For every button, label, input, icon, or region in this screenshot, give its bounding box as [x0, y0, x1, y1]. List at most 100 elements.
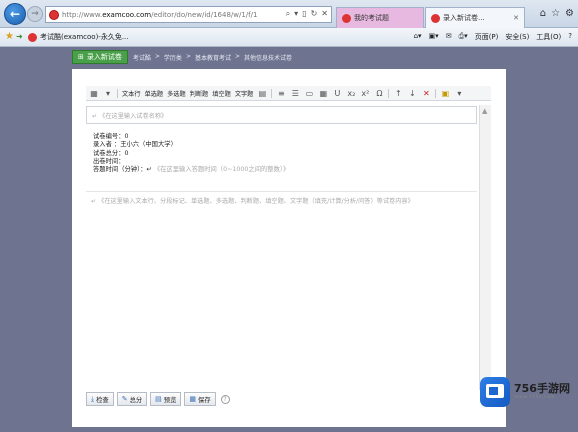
menu-page[interactable]: 页面(P) — [475, 32, 499, 42]
breadcrumb-sep: > — [185, 52, 191, 60]
favorite-favicon-icon — [28, 32, 37, 42]
underline-icon[interactable]: U — [332, 88, 342, 98]
forward-button[interactable]: → — [27, 6, 43, 22]
address-bar-icons: ⌕ ▾ ▯ ↻ ✕ — [286, 9, 328, 19]
tab-label: 我的考试题 — [354, 14, 389, 22]
editor-page: ▦ ▾ 文本行 单选题 多选题 判断题 填空题 文字题 ▤ ≡ ☰ ▭ ▦ U … — [72, 69, 506, 427]
breadcrumb-row: ⊞ 录入新试卷 考试酷 > 学历类 > 基本教育考试 > 其他信息技术试卷 — [72, 50, 292, 64]
exam-author: 录入者 ：王小六（中国大学） — [93, 141, 177, 149]
exam-answer-time: 答题时间（分钟）：↵ 《在这里输入答题时间（0~1000之间的整数）》 — [93, 166, 289, 174]
address-bar[interactable]: http://www.examcoo.com/editor/do/new/id/… — [45, 6, 332, 23]
superscript-icon[interactable]: x² — [360, 88, 370, 98]
toolbar-text-line[interactable]: 文本行 — [122, 89, 141, 98]
check-icon: ⤓ — [91, 394, 95, 403]
dropdown-icon[interactable]: ▾ — [454, 88, 464, 98]
total-score-button[interactable]: ✎ 总分 — [116, 392, 148, 406]
add-favorite-icon[interactable]: ➜ — [16, 32, 23, 41]
tab-close-icon[interactable]: ✕ — [513, 14, 519, 22]
breadcrumb-sep: > — [234, 52, 241, 60]
answer-time-input[interactable]: 《在这里输入答题时间（0~1000之间的整数）》 — [154, 166, 290, 173]
toolbar-separator — [388, 88, 390, 98]
vertical-scrollbar[interactable]: ▲ — [479, 105, 491, 390]
breadcrumb-subcategory[interactable]: 基本教育考试 — [195, 53, 231, 62]
preview-icon: ▤ — [155, 395, 162, 403]
toolbar-separator — [435, 88, 437, 98]
dropdown-icon[interactable]: ▾ — [103, 88, 113, 98]
favorite-link-label: 考试酷(examcoo)-永久免... — [40, 33, 129, 41]
favorites-star-icon[interactable]: ☆ — [551, 8, 560, 19]
back-button[interactable]: ← — [4, 3, 26, 25]
table-icon[interactable]: ▦ — [318, 88, 328, 98]
tab-favicon-icon — [342, 13, 351, 23]
browser-titlebar: ← → http://www.examcoo.com/editor/do/new… — [0, 0, 578, 28]
command-bar: ★ ➜ 考试酷(examcoo)-永久免... ⌂▾ ▣▾ ✉ ⎙▾ 页面(P)… — [0, 28, 578, 47]
align-left-icon[interactable]: ≡ — [276, 88, 286, 98]
breadcrumb-home[interactable]: 考试酷 — [133, 53, 151, 62]
breadcrumb: 考试酷 > 学历类 > 基本教育考试 > 其他信息技术试卷 — [133, 53, 292, 62]
toolbar-multi-choice[interactable]: 多选题 — [167, 89, 186, 98]
tab-label: 录入新试卷... — [443, 14, 485, 22]
feeds-icon[interactable]: ▣▾ — [429, 32, 439, 42]
back-arrow-icon: ← — [9, 7, 21, 21]
answer-time-label: 答题时间（分钟）：↵ — [93, 166, 152, 174]
insert-image-icon[interactable]: ▤ — [257, 88, 267, 98]
preview-button[interactable]: ▤ 预览 — [150, 392, 182, 406]
mail-icon[interactable]: ✉ — [446, 32, 452, 42]
menu-safety[interactable]: 安全(S) — [505, 32, 529, 42]
watermark-logo-icon — [480, 377, 510, 407]
save-icon: ▦ — [189, 395, 197, 403]
toolbar-separator — [117, 88, 118, 98]
color-palette-icon[interactable]: ▣ — [440, 88, 450, 98]
subscript-icon[interactable]: x₂ — [346, 88, 356, 98]
content-divider — [86, 191, 477, 192]
forward-arrow-icon: → — [31, 9, 39, 19]
breadcrumb-sep: > — [154, 52, 160, 60]
favorites-icon[interactable]: ★ — [5, 31, 14, 42]
close-icon[interactable]: ✕ — [321, 9, 328, 19]
dropdown-icon[interactable]: ▾ — [294, 9, 298, 19]
move-down-icon[interactable]: ↓ — [407, 88, 417, 98]
box-icon[interactable]: ▭ — [304, 88, 314, 98]
move-up-icon[interactable]: ↑ — [393, 88, 403, 98]
add-new-exam-button[interactable]: ⊞ 录入新试卷 — [72, 50, 128, 64]
search-icon[interactable]: ⌕ — [286, 9, 290, 19]
menu-help[interactable]: ? — [568, 32, 572, 42]
table-menu-icon[interactable]: ▦ — [89, 88, 99, 98]
compat-view-icon[interactable]: ▯ — [302, 9, 306, 19]
tab-my-exams[interactable]: 我的考试题 — [336, 7, 424, 28]
question-content-input[interactable]: ↵ 《在这里输入文本行、分段标记、单选题、多选题、判断题、填空题、文字题（填充/… — [86, 196, 477, 205]
home-page-icon[interactable]: ⌂▾ — [414, 32, 422, 42]
help-icon[interactable]: ? — [220, 394, 230, 404]
exam-info-block: 试卷编号：0 录入者 ：王小六（中国大学） 试卷总分：0 出卷时间： 答题时间（… — [93, 133, 289, 174]
settings-gear-icon[interactable]: ⚙ — [565, 8, 574, 19]
toolbar-true-false[interactable]: 判断题 — [190, 89, 209, 98]
toolbar-separator — [271, 88, 273, 98]
toolbar-single-choice[interactable]: 单选题 — [145, 89, 164, 98]
delete-icon[interactable]: ✕ — [421, 88, 431, 98]
check-label: 检查 — [96, 396, 109, 404]
address-url: http://www.examcoo.com/editor/do/new/id/… — [62, 10, 258, 19]
browser-right-icons: ⌂ ☆ ⚙ — [540, 8, 574, 19]
favorite-link[interactable]: 考试酷(examcoo)-永久免... — [28, 32, 129, 42]
save-label: 保存 — [198, 396, 211, 404]
tab-new-exam[interactable]: 录入新试卷... ✕ — [425, 7, 525, 28]
special-char-icon[interactable]: Ω — [374, 88, 384, 98]
scroll-up-icon[interactable]: ▲ — [482, 107, 487, 115]
exam-title-input[interactable]: ↵ 《在这里输入试卷名称》 — [86, 106, 477, 124]
save-button[interactable]: ▦ 保存 — [184, 392, 216, 406]
align-center-icon[interactable]: ☰ — [290, 88, 300, 98]
watermark-url: www.756s.com — [515, 395, 556, 400]
breadcrumb-current[interactable]: 其他信息技术试卷 — [244, 53, 292, 62]
refresh-icon[interactable]: ↻ — [311, 9, 318, 19]
preview-label: 预览 — [163, 396, 177, 404]
editor-bottom-bar: ⤓ 检查 ✎ 总分 ▤ 预览 ▦ 保存 ? — [86, 391, 491, 407]
check-button[interactable]: ⤓ 检查 — [86, 392, 114, 406]
print-icon[interactable]: ⎙▾ — [459, 32, 468, 42]
menu-tools[interactable]: 工具(O) — [536, 32, 561, 42]
breadcrumb-category[interactable]: 学历类 — [164, 53, 182, 62]
add-icon: ⊞ — [78, 53, 84, 61]
tab-favicon-icon — [431, 13, 440, 23]
toolbar-text-question[interactable]: 文字题 — [235, 89, 254, 98]
home-icon[interactable]: ⌂ — [540, 8, 546, 19]
toolbar-fill-blank[interactable]: 填空题 — [212, 89, 231, 98]
